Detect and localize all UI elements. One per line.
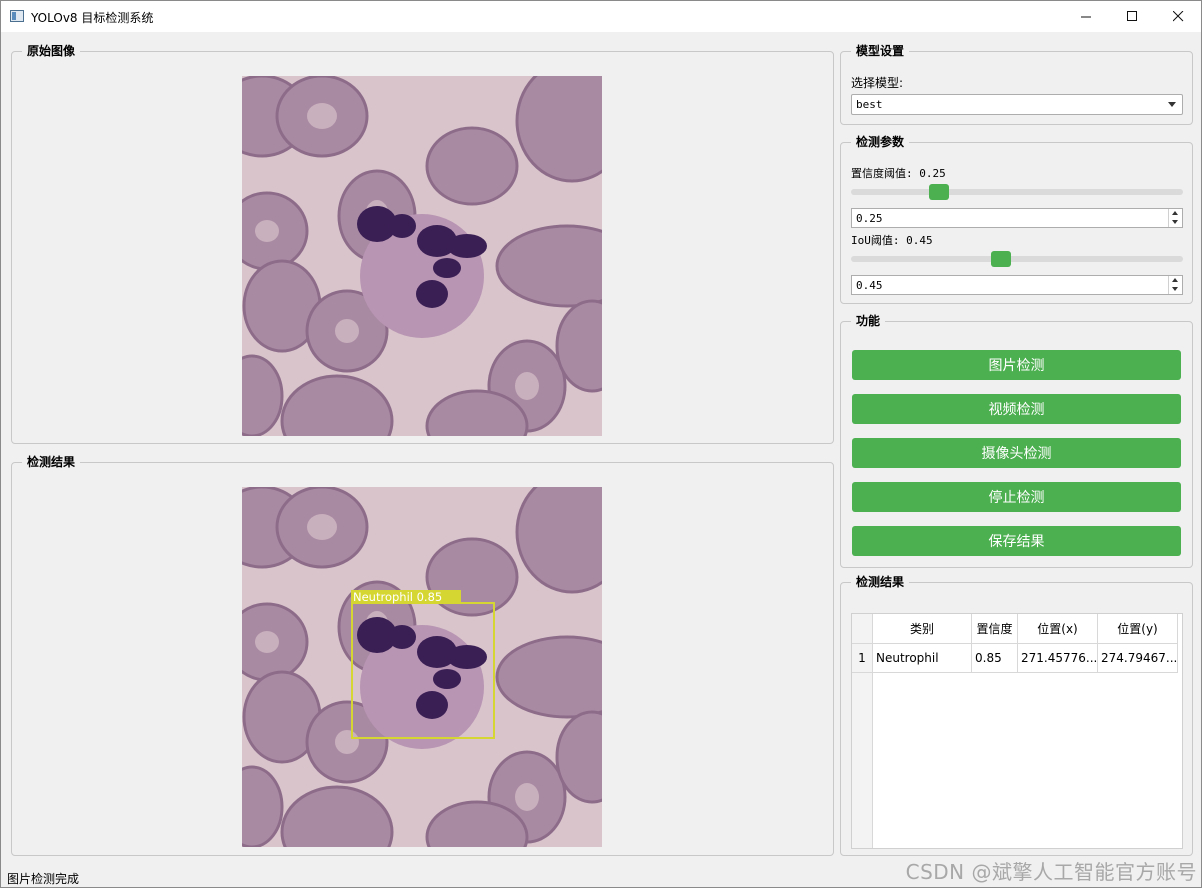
model-settings-title: 模型设置 — [851, 43, 910, 59]
iou-threshold-label: IoU阈值: 0.45 — [851, 234, 933, 247]
iou-threshold-spinbox[interactable]: 0.45 — [851, 275, 1183, 295]
model-select-value: best — [856, 98, 883, 111]
column-header-x[interactable]: 位置(x) — [1018, 614, 1098, 644]
minimize-icon — [1080, 16, 1091, 18]
functions-title: 功能 — [851, 313, 886, 329]
corner-header[interactable] — [852, 614, 873, 644]
detection-params-title: 检测参数 — [851, 134, 910, 150]
model-select[interactable]: best — [851, 94, 1183, 115]
detection-label: Neutrophil 0.85 — [353, 590, 442, 604]
close-icon — [1172, 11, 1183, 22]
conf-threshold-value: 0.25 — [856, 212, 883, 225]
app-window: YOLOv8 目标检测系统 原始图像 检测结果 Neutrophil 0.85 … — [0, 0, 1202, 888]
camera-detect-button[interactable]: 摄像头检测 — [852, 438, 1181, 468]
maximize-button[interactable] — [1109, 1, 1155, 32]
result-image-title: 检测结果 — [22, 454, 81, 470]
title-bar: YOLOv8 目标检测系统 — [1, 1, 1201, 32]
table-cell-x[interactable]: 271.45776... — [1018, 644, 1098, 673]
app-icon — [10, 10, 24, 22]
original-image — [242, 76, 602, 436]
column-header-y[interactable]: 位置(y) — [1098, 614, 1178, 644]
chevron-down-icon — [1168, 102, 1176, 107]
video-detect-button[interactable]: 视频检测 — [852, 394, 1181, 424]
watermark: CSDN @斌擎人工智能官方账号 — [905, 860, 1197, 884]
results-table[interactable]: 类别 置信度 位置(x) 位置(y) 1 Neutrophil 0.85 271… — [851, 613, 1183, 849]
spin-arrows-icon[interactable] — [1168, 209, 1182, 227]
results-table-title: 检测结果 — [851, 574, 910, 590]
conf-threshold-slider[interactable] — [851, 184, 1183, 200]
column-header-class[interactable]: 类别 — [873, 614, 972, 644]
result-image-panel: 检测结果 Neutrophil 0.85 — [11, 454, 834, 856]
window-title: YOLOv8 目标检测系统 — [31, 11, 154, 25]
results-table-panel: 检测结果 类别 置信度 位置(x) 位置(y) 1 Neutrophil 0.8… — [840, 574, 1193, 856]
result-image: Neutrophil 0.85 — [242, 487, 602, 847]
model-select-label: 选择模型: — [851, 76, 904, 90]
save-results-button[interactable]: 保存结果 — [852, 526, 1181, 556]
stop-detect-button[interactable]: 停止检测 — [852, 482, 1181, 512]
conf-threshold-spinbox[interactable]: 0.25 — [851, 208, 1183, 228]
original-image-panel: 原始图像 — [11, 43, 834, 444]
iou-threshold-value: 0.45 — [856, 279, 883, 292]
iou-threshold-slider[interactable] — [851, 251, 1183, 267]
column-header-confidence[interactable]: 置信度 — [972, 614, 1018, 644]
conf-threshold-label: 置信度阈值: 0.25 — [851, 167, 946, 180]
maximize-icon — [1126, 11, 1137, 21]
close-button[interactable] — [1155, 1, 1201, 32]
original-image-title: 原始图像 — [22, 43, 81, 59]
iou-slider-handle[interactable] — [991, 251, 1011, 267]
row-index[interactable]: 1 — [852, 644, 873, 673]
model-settings-panel: 模型设置 选择模型: best — [840, 43, 1193, 125]
spin-arrows-icon[interactable] — [1168, 276, 1182, 294]
conf-slider-handle[interactable] — [929, 184, 949, 200]
table-cell-y[interactable]: 274.79467... — [1098, 644, 1178, 673]
functions-panel: 功能 图片检测 视频检测 摄像头检测 停止检测 保存结果 — [840, 313, 1193, 568]
detection-params-panel: 检测参数 置信度阈值: 0.25 0.25 IoU阈值: 0.45 0.45 — [840, 134, 1193, 304]
table-cell-confidence[interactable]: 0.85 — [972, 644, 1018, 673]
table-cell-class[interactable]: Neutrophil — [873, 644, 972, 673]
image-detect-button[interactable]: 图片检测 — [852, 350, 1181, 380]
minimize-button[interactable] — [1063, 1, 1109, 32]
status-bar-text: 图片检测完成 — [7, 872, 80, 886]
